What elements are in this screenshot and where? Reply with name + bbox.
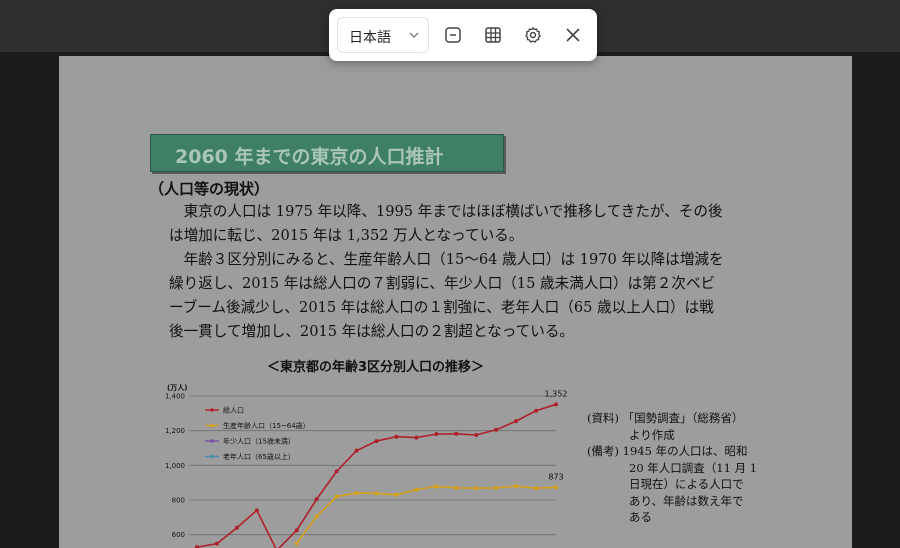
remark-line: 1945 年の人口は、昭和 bbox=[622, 444, 748, 458]
legend-marker bbox=[210, 454, 214, 459]
paragraph-line: は増加に転じ、2015 年は 1,352 万人となっている。 bbox=[169, 227, 524, 244]
paragraph-line: 後一貫して増加し、2015 年は総人口の２割超となっている。 bbox=[169, 323, 575, 340]
data-point bbox=[394, 434, 399, 439]
data-point bbox=[554, 402, 558, 407]
grid-view-button[interactable] bbox=[479, 21, 507, 49]
y-tick-label: 1,200 bbox=[165, 427, 185, 435]
grid-icon bbox=[485, 27, 501, 43]
data-point bbox=[514, 419, 519, 424]
language-select[interactable]: 日本語 bbox=[337, 17, 429, 53]
document-banner: 2060 年までの東京の人口推計 bbox=[150, 134, 504, 172]
paragraph-line: ーブーム後減少し、2015 年は総人口の１割強に、老年人口（65 歳以上人口）は… bbox=[169, 299, 714, 316]
legend-label: 年少人口（15歳未満） bbox=[223, 437, 295, 446]
banner-title: 2060 年までの東京の人口推計 bbox=[175, 146, 444, 168]
population-line-chart: (万人)1,400 1,200 1,000 800 600 総人口生産年齢人口（15~64… bbox=[165, 383, 568, 548]
paragraph-line: 年齢３区分別にみると、生産年齢人口（15～64 歳人口）は 1970 年以降は増… bbox=[169, 251, 724, 268]
data-point bbox=[554, 485, 558, 490]
source-text-2: より作成 bbox=[629, 427, 675, 442]
chevron-down-icon bbox=[409, 32, 419, 38]
data-point bbox=[494, 485, 499, 490]
data-point bbox=[254, 508, 259, 513]
legend-marker bbox=[210, 439, 214, 443]
data-point bbox=[434, 432, 439, 437]
data-point bbox=[474, 486, 479, 491]
paragraph-2: 年齢３区分別にみると、生産年齢人口（15～64 歳人口）は 1970 年以降は増… bbox=[169, 248, 759, 344]
data-point bbox=[454, 431, 459, 436]
data-point bbox=[374, 491, 379, 496]
section-heading: （人口等の現状） bbox=[149, 180, 270, 198]
data-point bbox=[294, 541, 299, 546]
data-label: 1,352 bbox=[545, 389, 568, 398]
source-label: (資料) bbox=[587, 411, 619, 425]
data-point bbox=[534, 408, 539, 413]
data-point bbox=[414, 487, 419, 492]
close-icon bbox=[566, 28, 580, 42]
data-point bbox=[214, 541, 219, 546]
data-point bbox=[314, 514, 319, 519]
data-point bbox=[494, 427, 499, 432]
data-label: 873 bbox=[548, 472, 563, 481]
minus-square-icon bbox=[445, 27, 461, 43]
floating-toolbar: 日本語 bbox=[329, 9, 597, 61]
chart-title: ＜東京都の年齢3区分別人口の推移＞ bbox=[267, 360, 485, 375]
data-point bbox=[234, 525, 239, 530]
y-tick-label: 800 bbox=[172, 497, 185, 505]
data-point bbox=[354, 491, 359, 496]
data-point bbox=[434, 484, 439, 489]
data-point bbox=[354, 448, 359, 453]
remark-line: ある bbox=[629, 510, 652, 524]
document-page: 2060 年までの東京の人口推計 （人口等の現状） 東京の人口は 1975 年以… bbox=[59, 56, 852, 548]
paragraph-1: 東京の人口は 1975 年以降、1995 年まではほぼ横ばいで推移してきたが、そ… bbox=[169, 200, 759, 248]
legend-marker bbox=[210, 423, 214, 428]
paragraph-line: 東京の人口は 1975 年以降、1995 年まではほぼ横ばいで推移してきたが、そ… bbox=[169, 203, 723, 220]
y-tick-label: 600 bbox=[172, 531, 185, 539]
y-axis-unit-label: (万人) bbox=[167, 383, 187, 392]
data-point bbox=[334, 494, 339, 499]
minus-square-button[interactable] bbox=[439, 21, 467, 49]
legend-label: 老年人口（65歳以上） bbox=[223, 452, 295, 461]
data-point bbox=[474, 433, 479, 437]
gear-icon bbox=[525, 27, 541, 43]
data-point bbox=[514, 484, 519, 489]
y-tick-label: 1,400 bbox=[165, 393, 185, 401]
remark-line: 20 年人口調査（11 月 1 bbox=[629, 460, 758, 475]
legend-label: 生産年齢人口（15~64歳） bbox=[223, 421, 310, 430]
remark-label: (備考) bbox=[587, 444, 619, 458]
legend-marker bbox=[210, 408, 214, 412]
data-point bbox=[294, 528, 299, 533]
data-point bbox=[334, 469, 339, 474]
data-point bbox=[454, 485, 459, 490]
language-select-value: 日本語 bbox=[349, 30, 391, 46]
chart-notes: (資料) 「国勢調査」（総務省） より作成 (備考) 1945 年の人口は、昭和… bbox=[587, 410, 757, 526]
remark-line: あり、年齢は数え年で bbox=[629, 493, 744, 508]
data-point bbox=[414, 435, 419, 440]
y-tick-label: 1,000 bbox=[165, 462, 185, 470]
data-point bbox=[534, 486, 539, 491]
paragraph-line: 繰り返し、2015 年は総人口の７割弱に、年少人口（15 歳未満人口）は第２次ベ… bbox=[169, 275, 716, 292]
source-text: 「国勢調査」（総務省） bbox=[622, 411, 744, 425]
legend-label: 総人口 bbox=[223, 406, 244, 415]
close-button[interactable] bbox=[559, 21, 587, 49]
data-point bbox=[374, 439, 379, 444]
remark-line: 日現在）による人口で bbox=[629, 477, 744, 491]
data-point bbox=[394, 492, 399, 497]
settings-button[interactable] bbox=[519, 21, 547, 49]
data-point bbox=[314, 497, 319, 502]
